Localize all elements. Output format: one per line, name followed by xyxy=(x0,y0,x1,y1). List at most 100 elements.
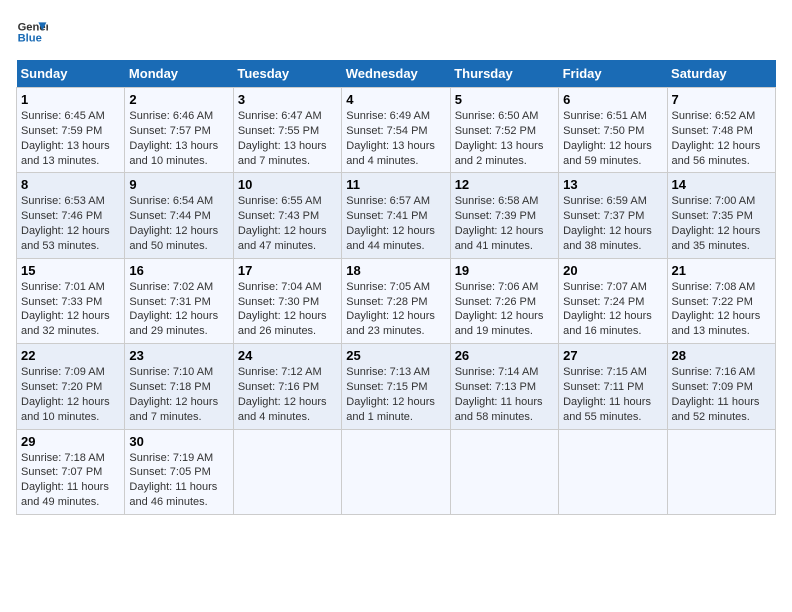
day-info: Sunrise: 7:02 AMSunset: 7:31 PMDaylight:… xyxy=(129,281,218,338)
calendar-day-3: 3Sunrise: 6:47 AMSunset: 7:55 PMDaylight… xyxy=(233,88,341,173)
day-number: 3 xyxy=(238,92,337,107)
calendar-empty-cell xyxy=(342,429,450,514)
calendar-day-6: 6 Sunrise: 6:51 AMSunset: 7:50 PMDaylight… xyxy=(559,88,667,173)
day-info: Sunrise: 6:52 AMSunset: 7:48 PMDaylight:… xyxy=(672,110,761,167)
day-header-wednesday: Wednesday xyxy=(342,60,450,88)
page-header: General Blue xyxy=(16,16,776,48)
calendar-day-21: 21 Sunrise: 7:08 AMSunset: 7:22 PMDayligh… xyxy=(667,258,775,343)
day-number: 9 xyxy=(129,177,228,192)
calendar-day-28: 28 Sunrise: 7:16 AMSunset: 7:09 PMDayligh… xyxy=(667,344,775,429)
day-info: Sunrise: 6:54 AMSunset: 7:44 PMDaylight:… xyxy=(129,195,218,252)
calendar-day-27: 27 Sunrise: 7:15 AMSunset: 7:11 PMDayligh… xyxy=(559,344,667,429)
day-number: 1 xyxy=(21,92,120,107)
day-header-tuesday: Tuesday xyxy=(233,60,341,88)
day-number: 30 xyxy=(129,434,228,449)
calendar-day-9: 9 Sunrise: 6:54 AMSunset: 7:44 PMDaylight… xyxy=(125,173,233,258)
calendar-day-7: 7 Sunrise: 6:52 AMSunset: 7:48 PMDaylight… xyxy=(667,88,775,173)
day-number: 18 xyxy=(346,263,445,278)
day-header-monday: Monday xyxy=(125,60,233,88)
day-info: Sunrise: 6:59 AMSunset: 7:37 PMDaylight:… xyxy=(563,195,652,252)
calendar-table: SundayMondayTuesdayWednesdayThursdayFrid… xyxy=(16,60,776,515)
day-header-saturday: Saturday xyxy=(667,60,775,88)
calendar-week-row: 1 Sunrise: 6:45 AMSunset: 7:59 PMDaylight… xyxy=(17,88,776,173)
calendar-empty-cell xyxy=(450,429,558,514)
day-number: 2 xyxy=(129,92,228,107)
day-number: 23 xyxy=(129,348,228,363)
day-number: 6 xyxy=(563,92,662,107)
day-number: 17 xyxy=(238,263,337,278)
day-number: 22 xyxy=(21,348,120,363)
calendar-day-13: 13 Sunrise: 6:59 AMSunset: 7:37 PMDayligh… xyxy=(559,173,667,258)
calendar-day-19: 19Sunrise: 7:06 AMSunset: 7:26 PMDayligh… xyxy=(450,258,558,343)
day-number: 28 xyxy=(672,348,771,363)
svg-text:Blue: Blue xyxy=(18,33,42,45)
day-info: Sunrise: 7:05 AMSunset: 7:28 PMDaylight:… xyxy=(346,281,435,338)
calendar-week-row: 15 Sunrise: 7:01 AMSunset: 7:33 PMDayligh… xyxy=(17,258,776,343)
day-info: Sunrise: 7:13 AMSunset: 7:15 PMDaylight:… xyxy=(346,366,435,423)
day-info: Sunrise: 6:55 AMSunset: 7:43 PMDaylight:… xyxy=(238,195,327,252)
calendar-day-20: 20 Sunrise: 7:07 AMSunset: 7:24 PMDayligh… xyxy=(559,258,667,343)
day-info: Sunrise: 6:57 AMSunset: 7:41 PMDaylight:… xyxy=(346,195,435,252)
day-info: Sunrise: 7:09 AMSunset: 7:20 PMDaylight:… xyxy=(21,366,110,423)
day-number: 15 xyxy=(21,263,120,278)
calendar-day-4: 4 Sunrise: 6:49 AMSunset: 7:54 PMDaylight… xyxy=(342,88,450,173)
calendar-day-5: 5Sunrise: 6:50 AMSunset: 7:52 PMDaylight… xyxy=(450,88,558,173)
day-number: 21 xyxy=(672,263,771,278)
calendar-day-26: 26 Sunrise: 7:14 AMSunset: 7:13 PMDayligh… xyxy=(450,344,558,429)
day-info: Sunrise: 6:58 AMSunset: 7:39 PMDaylight:… xyxy=(455,195,544,252)
day-number: 16 xyxy=(129,263,228,278)
day-header-friday: Friday xyxy=(559,60,667,88)
day-info: Sunrise: 7:12 AMSunset: 7:16 PMDaylight:… xyxy=(238,366,327,423)
day-info: Sunrise: 7:19 AMSunset: 7:05 PMDaylight:… xyxy=(129,452,217,509)
logo: General Blue xyxy=(16,16,48,48)
calendar-day-12: 12 Sunrise: 6:58 AMSunset: 7:39 PMDayligh… xyxy=(450,173,558,258)
day-info: Sunrise: 7:07 AMSunset: 7:24 PMDaylight:… xyxy=(563,281,652,338)
day-info: Sunrise: 7:14 AMSunset: 7:13 PMDaylight:… xyxy=(455,366,543,423)
day-info: Sunrise: 6:51 AMSunset: 7:50 PMDaylight:… xyxy=(563,110,652,167)
day-info: Sunrise: 7:16 AMSunset: 7:09 PMDaylight:… xyxy=(672,366,760,423)
calendar-day-17: 17Sunrise: 7:04 AMSunset: 7:30 PMDayligh… xyxy=(233,258,341,343)
day-number: 14 xyxy=(672,177,771,192)
calendar-header-row: SundayMondayTuesdayWednesdayThursdayFrid… xyxy=(17,60,776,88)
day-info: Sunrise: 7:06 AMSunset: 7:26 PMDaylight:… xyxy=(455,281,544,338)
day-info: Sunrise: 7:18 AMSunset: 7:07 PMDaylight:… xyxy=(21,452,109,509)
calendar-day-2: 2 Sunrise: 6:46 AMSunset: 7:57 PMDaylight… xyxy=(125,88,233,173)
day-number: 12 xyxy=(455,177,554,192)
calendar-week-row: 29Sunrise: 7:18 AMSunset: 7:07 PMDayligh… xyxy=(17,429,776,514)
day-header-thursday: Thursday xyxy=(450,60,558,88)
day-number: 10 xyxy=(238,177,337,192)
calendar-day-24: 24 Sunrise: 7:12 AMSunset: 7:16 PMDayligh… xyxy=(233,344,341,429)
day-number: 27 xyxy=(563,348,662,363)
calendar-day-11: 11Sunrise: 6:57 AMSunset: 7:41 PMDayligh… xyxy=(342,173,450,258)
day-number: 4 xyxy=(346,92,445,107)
day-number: 26 xyxy=(455,348,554,363)
calendar-week-row: 22 Sunrise: 7:09 AMSunset: 7:20 PMDayligh… xyxy=(17,344,776,429)
day-number: 8 xyxy=(21,177,120,192)
day-info: Sunrise: 6:49 AMSunset: 7:54 PMDaylight:… xyxy=(346,110,435,167)
day-number: 25 xyxy=(346,348,445,363)
day-number: 24 xyxy=(238,348,337,363)
calendar-empty-cell xyxy=(667,429,775,514)
calendar-week-row: 8Sunrise: 6:53 AMSunset: 7:46 PMDaylight… xyxy=(17,173,776,258)
calendar-day-15: 15 Sunrise: 7:01 AMSunset: 7:33 PMDayligh… xyxy=(17,258,125,343)
calendar-day-29: 29Sunrise: 7:18 AMSunset: 7:07 PMDayligh… xyxy=(17,429,125,514)
calendar-day-18: 18 Sunrise: 7:05 AMSunset: 7:28 PMDayligh… xyxy=(342,258,450,343)
calendar-day-10: 10 Sunrise: 6:55 AMSunset: 7:43 PMDayligh… xyxy=(233,173,341,258)
calendar-day-25: 25 Sunrise: 7:13 AMSunset: 7:15 PMDayligh… xyxy=(342,344,450,429)
day-header-sunday: Sunday xyxy=(17,60,125,88)
calendar-day-1: 1 Sunrise: 6:45 AMSunset: 7:59 PMDaylight… xyxy=(17,88,125,173)
calendar-empty-cell xyxy=(233,429,341,514)
day-info: Sunrise: 6:45 AMSunset: 7:59 PMDaylight:… xyxy=(21,110,110,167)
day-info: Sunrise: 7:00 AMSunset: 7:35 PMDaylight:… xyxy=(672,195,761,252)
day-info: Sunrise: 7:01 AMSunset: 7:33 PMDaylight:… xyxy=(21,281,110,338)
day-info: Sunrise: 7:15 AMSunset: 7:11 PMDaylight:… xyxy=(563,366,651,423)
day-info: Sunrise: 7:10 AMSunset: 7:18 PMDaylight:… xyxy=(129,366,218,423)
logo-icon: General Blue xyxy=(16,16,48,48)
calendar-day-16: 16 Sunrise: 7:02 AMSunset: 7:31 PMDayligh… xyxy=(125,258,233,343)
day-number: 7 xyxy=(672,92,771,107)
day-info: Sunrise: 6:46 AMSunset: 7:57 PMDaylight:… xyxy=(129,110,218,167)
day-info: Sunrise: 6:50 AMSunset: 7:52 PMDaylight:… xyxy=(455,110,544,167)
day-info: Sunrise: 7:08 AMSunset: 7:22 PMDaylight:… xyxy=(672,281,761,338)
day-number: 20 xyxy=(563,263,662,278)
day-number: 13 xyxy=(563,177,662,192)
